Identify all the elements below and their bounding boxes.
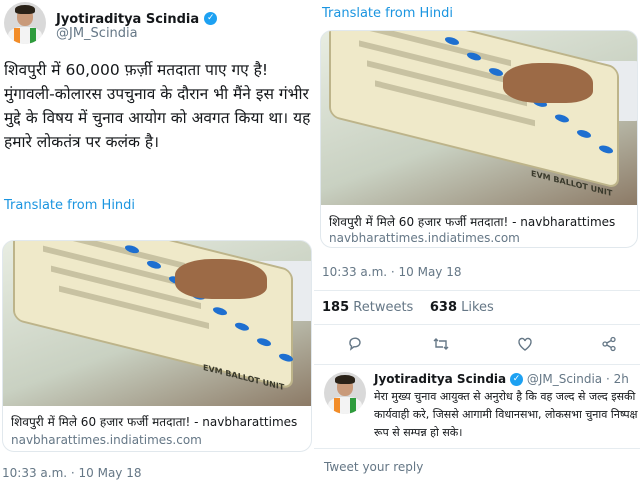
- reply-icon[interactable]: [346, 336, 364, 354]
- translate-link-2[interactable]: Translate from Hindi: [322, 6, 453, 21]
- link-card[interactable]: EVM BALLOT UNIT शिवपुरी में मिले 60 हजार…: [2, 240, 312, 452]
- card-image-2: EVM BALLOT UNIT: [321, 31, 637, 205]
- retweet-icon[interactable]: [432, 336, 450, 354]
- author-header: Jyotiraditya Scindia ✓: [56, 8, 218, 27]
- voter-hand-image-2: [503, 63, 593, 103]
- translate-link[interactable]: Translate from Hindi: [4, 198, 135, 213]
- reply-text: मेरा मुख्य चुनाव आयुक्त से अनुरोध है कि …: [374, 390, 638, 439]
- reply-author-name[interactable]: Jyotiraditya Scindia: [374, 372, 506, 386]
- tweet-text: शिवपुरी में 60,000 फ़र्ज़ी मतदाता पाए गए…: [4, 61, 311, 151]
- card-image: EVM BALLOT UNIT: [3, 241, 311, 406]
- tweet-actions: [324, 336, 630, 354]
- author-avatar[interactable]: [4, 2, 46, 44]
- divider: [314, 324, 640, 325]
- tweet-main-column: Jyotiraditya Scindia ✓ @JM_Scindia शिवपु…: [0, 0, 314, 480]
- reply-age[interactable]: · 2h: [606, 372, 629, 386]
- tweet-reply-input[interactable]: Tweet your reply: [324, 460, 423, 474]
- divider: [314, 290, 640, 291]
- tweet-stats: 185 Retweets 638 Likes: [322, 300, 494, 315]
- verified-badge-icon: ✓: [204, 12, 218, 25]
- divider: [314, 448, 640, 449]
- tweet-detail-column: Translate from Hindi EVM BALLOT UNIT शिव…: [314, 0, 640, 480]
- card-url[interactable]: navbharattimes.indiatimes.com: [11, 433, 202, 447]
- reply-header: Jyotiraditya Scindia ✓ @JM_Scindia · 2h: [374, 372, 629, 386]
- link-card-2[interactable]: EVM BALLOT UNIT शिवपुरी में मिले 60 हजार…: [320, 30, 638, 248]
- like-label[interactable]: Likes: [461, 300, 494, 315]
- card-url-2[interactable]: navbharattimes.indiatimes.com: [329, 231, 520, 245]
- share-icon[interactable]: [600, 336, 618, 354]
- author-name[interactable]: Jyotiraditya Scindia: [56, 12, 199, 27]
- tweet-timestamp[interactable]: 10:33 a.m. · 10 May 18: [2, 466, 142, 480]
- reply-author-handle[interactable]: @JM_Scindia: [527, 372, 602, 386]
- reply-author-avatar[interactable]: [324, 372, 366, 414]
- author-handle[interactable]: @JM_Scindia: [56, 26, 138, 41]
- retweet-label[interactable]: Retweets: [353, 300, 413, 315]
- divider: [314, 364, 640, 365]
- like-icon[interactable]: [516, 336, 534, 354]
- card-title[interactable]: शिवपुरी में मिले 60 हजार फर्जी मतदाता! -…: [11, 413, 297, 430]
- like-count[interactable]: 638: [430, 300, 457, 315]
- card-title-2[interactable]: शिवपुरी में मिले 60 हजार फर्जी मतदाता! -…: [329, 213, 615, 230]
- retweet-count[interactable]: 185: [322, 300, 349, 315]
- voter-hand-image: [175, 259, 267, 299]
- tweet-timestamp-2[interactable]: 10:33 a.m. · 10 May 18: [322, 265, 462, 279]
- verified-badge-icon: ✓: [509, 373, 523, 386]
